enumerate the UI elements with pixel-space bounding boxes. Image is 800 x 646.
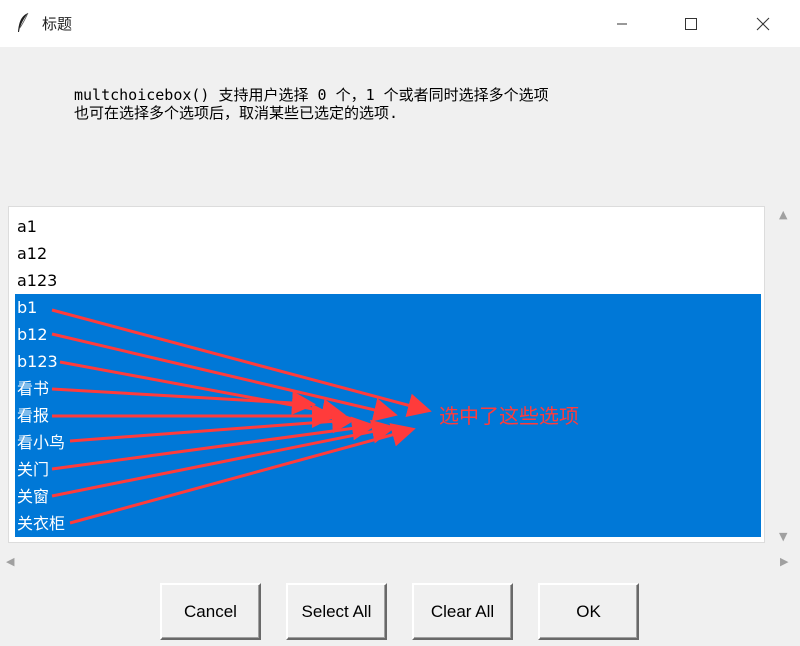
scroll-right-icon[interactable]: ▶: [780, 555, 788, 568]
minimize-icon: [617, 23, 627, 24]
list-item[interactable]: 看书: [15, 375, 761, 402]
message-line-2: 也可在选择多个选项后，取消某些已选定的选项.: [74, 104, 399, 122]
list-item[interactable]: 看报: [15, 402, 761, 429]
list-item[interactable]: b1: [15, 294, 761, 321]
annotation-label: 选中了这些选项: [439, 404, 579, 428]
scroll-left-icon[interactable]: ◀: [6, 555, 14, 568]
list-item[interactable]: a12: [15, 240, 761, 267]
message-line-1: multchoicebox() 支持用户选择 0 个，1 个或者同时选择多个选项: [74, 86, 549, 104]
scroll-down-icon[interactable]: ▼: [779, 530, 787, 543]
list-item[interactable]: 关衣柜: [15, 510, 761, 537]
list-item[interactable]: 关门: [15, 456, 761, 483]
horizontal-scrollbar[interactable]: ◀ ▶: [0, 552, 800, 574]
message-text: multchoicebox() 支持用户选择 0 个，1 个或者同时选择多个选项…: [74, 86, 774, 122]
list-item[interactable]: b123: [15, 348, 761, 375]
minimize-button[interactable]: [599, 0, 645, 47]
list-item[interactable]: b12: [15, 321, 761, 348]
list-item[interactable]: a123: [15, 267, 761, 294]
select-all-button[interactable]: Select All: [286, 583, 387, 640]
maximize-icon: [685, 17, 697, 30]
cancel-button[interactable]: Cancel: [160, 583, 261, 640]
title-bar: 标题: [0, 0, 800, 47]
close-button[interactable]: [740, 0, 786, 47]
list-item[interactable]: a1: [15, 213, 761, 240]
choice-listbox[interactable]: a1 a12 a123 b1 b12 b123 看书 看报 看小鸟 关门 关窗 …: [8, 206, 765, 543]
scroll-up-icon[interactable]: ▲: [779, 208, 787, 221]
maximize-button[interactable]: [668, 0, 714, 47]
list-item[interactable]: 关窗: [15, 483, 761, 510]
clear-all-button[interactable]: Clear All: [412, 583, 513, 640]
list-item[interactable]: 看小鸟: [15, 429, 761, 456]
vertical-scrollbar[interactable]: ▲ ▼: [774, 206, 796, 546]
close-icon: [756, 17, 770, 30]
ok-button[interactable]: OK: [538, 583, 639, 640]
window-title: 标题: [42, 15, 73, 33]
feather-icon: [16, 12, 30, 38]
